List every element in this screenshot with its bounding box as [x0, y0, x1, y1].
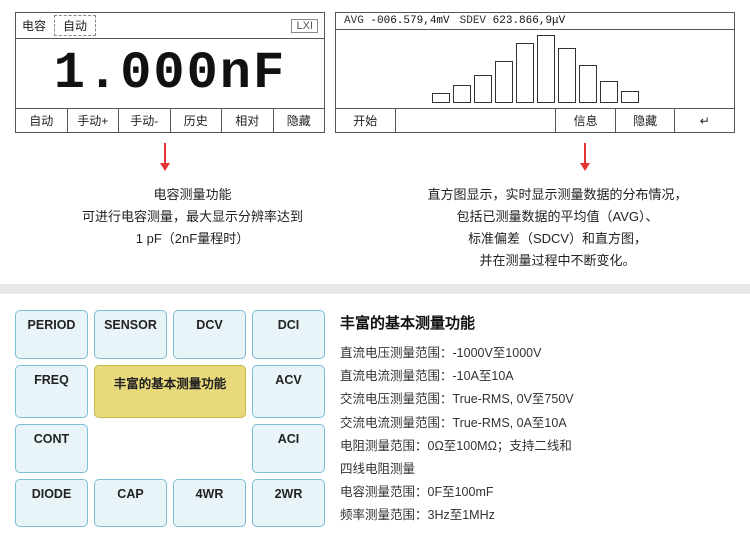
hist-btn-info[interactable]: 信息: [556, 109, 616, 132]
histogram-panel: AVG -006.579,4mV SDEV 623.866,9μV 开始 信息: [335, 12, 735, 133]
meter-btn-manual-minus[interactable]: 手动-: [119, 109, 171, 132]
meter-btn-manual-plus[interactable]: 手动+: [68, 109, 120, 132]
desc-right: 直方图显示，实时显示测量数据的分布情况， 包括已测量数据的平均值（AVG）、 标…: [380, 179, 735, 272]
desc-right-line4: 并在测量过程中不断变化。: [380, 250, 735, 272]
feature-item-5b: 四线电阻测量: [340, 458, 735, 481]
arrows-section: [0, 143, 750, 171]
arrow-line-left: [164, 143, 166, 163]
meter-btn-auto[interactable]: 自动: [16, 109, 68, 132]
btn-period[interactable]: PERIOD: [15, 310, 88, 358]
feature-item-2: 直流电流测量范围：-10A至10A: [340, 365, 735, 388]
btn-freq[interactable]: FREQ: [15, 365, 88, 418]
meter-top-bar: 电容 自动 LXI: [16, 13, 324, 39]
feature-item-4: 交流电流测量范围：True-RMS, 0A至10A: [340, 412, 735, 435]
arrow-head-right: [580, 163, 590, 171]
hist-btn-enter[interactable]: ↵: [675, 109, 734, 132]
btn-dci[interactable]: DCI: [252, 310, 325, 358]
feature-item-1: 直流电压测量范围：-1000V至1000V: [340, 342, 735, 365]
feature-item-7: 频率测量范围：3Hz至1MHz: [340, 504, 735, 527]
features-title: 丰富的基本测量功能: [340, 310, 735, 338]
hist-bar: [474, 75, 492, 103]
feature-item-6: 电容测量范围：0F至100mF: [340, 481, 735, 504]
btn-cont[interactable]: CONT: [15, 424, 88, 472]
sdev-stat: SDEV 623.866,9μV: [460, 15, 566, 27]
arrow-head-left: [160, 163, 170, 171]
btn-dcv[interactable]: DCV: [173, 310, 246, 358]
hist-bar: [579, 65, 597, 103]
hist-bar: [558, 48, 576, 103]
btn-4wr[interactable]: 4WR: [173, 479, 246, 527]
meter-value: 1.000nF: [16, 39, 324, 108]
avg-stat: AVG -006.579,4mV: [344, 15, 450, 27]
btn-2wr[interactable]: 2WR: [252, 479, 325, 527]
desc-right-line1: 直方图显示，实时显示测量数据的分布情况，: [380, 184, 735, 206]
desc-left-title: 电容测量功能: [15, 184, 370, 206]
hist-bar: [453, 85, 471, 103]
hist-bar: [537, 35, 555, 103]
bottom-section: PERIOD SENSOR DCV DCI FREQ 丰富的基本测量功能 ACV…: [0, 294, 750, 539]
histogram-top: AVG -006.579,4mV SDEV 623.866,9μV: [336, 13, 734, 30]
hist-bar: [495, 61, 513, 103]
arrow-right: [480, 143, 690, 171]
meter-btn-relative[interactable]: 相对: [222, 109, 274, 132]
desc-left-line2: 1 pF（2nF量程时）: [15, 228, 370, 250]
hist-bar: [432, 93, 450, 103]
btn-aci[interactable]: ACI: [252, 424, 325, 472]
features-right: 丰富的基本测量功能 直流电压测量范围：-1000V至1000V 直流电流测量范围…: [340, 310, 735, 527]
divider: [0, 284, 750, 294]
btn-acv[interactable]: ACV: [252, 365, 325, 418]
meter-panel: 电容 自动 LXI 1.000nF 自动 手动+ 手动- 历史 相对 隐藏: [15, 12, 325, 133]
hist-bar: [600, 81, 618, 103]
hist-bar: [621, 91, 639, 103]
meter-bottom-bar: 自动 手动+ 手动- 历史 相对 隐藏: [16, 108, 324, 132]
meter-btn-hide[interactable]: 隐藏: [274, 109, 325, 132]
btn-rich-features[interactable]: 丰富的基本测量功能: [94, 365, 246, 418]
btn-cap[interactable]: CAP: [94, 479, 167, 527]
desc-right-line2: 包括已测量数据的平均值（AVG）、: [380, 206, 735, 228]
buttons-grid: PERIOD SENSOR DCV DCI FREQ 丰富的基本测量功能 ACV…: [15, 310, 325, 527]
description-section: 电容测量功能 可进行电容测量，最大显示分辨率达到 1 pF（2nF量程时） 直方…: [0, 171, 750, 284]
desc-left: 电容测量功能 可进行电容测量，最大显示分辨率达到 1 pF（2nF量程时）: [15, 179, 370, 272]
lxi-badge: LXI: [291, 19, 318, 33]
meter-title: 电容: [22, 17, 46, 34]
btn-diode[interactable]: DIODE: [15, 479, 88, 527]
arrow-line-right: [584, 143, 586, 163]
hist-btn-hide[interactable]: 隐藏: [616, 109, 676, 132]
hist-bar: [516, 43, 534, 103]
arrow-left: [60, 143, 270, 171]
histogram-body: [336, 30, 734, 108]
feature-item-3: 交流电压测量范围：True-RMS, 0V至750V: [340, 388, 735, 411]
meter-mode: 自动: [54, 15, 96, 36]
meter-btn-history[interactable]: 历史: [171, 109, 223, 132]
histogram-bottom: 开始 信息 隐藏 ↵: [336, 108, 734, 132]
desc-left-line1: 可进行电容测量，最大显示分辨率达到: [15, 206, 370, 228]
top-section: 电容 自动 LXI 1.000nF 自动 手动+ 手动- 历史 相对 隐藏 AV…: [0, 0, 750, 141]
hist-btn-gap: [396, 109, 557, 132]
desc-right-line3: 标准偏差（SDCV）和直方图，: [380, 228, 735, 250]
btn-sensor[interactable]: SENSOR: [94, 310, 167, 358]
feature-item-5: 电阻测量范围：0Ω至100MΩ；支持二线和: [340, 435, 735, 458]
hist-btn-start[interactable]: 开始: [336, 109, 396, 132]
